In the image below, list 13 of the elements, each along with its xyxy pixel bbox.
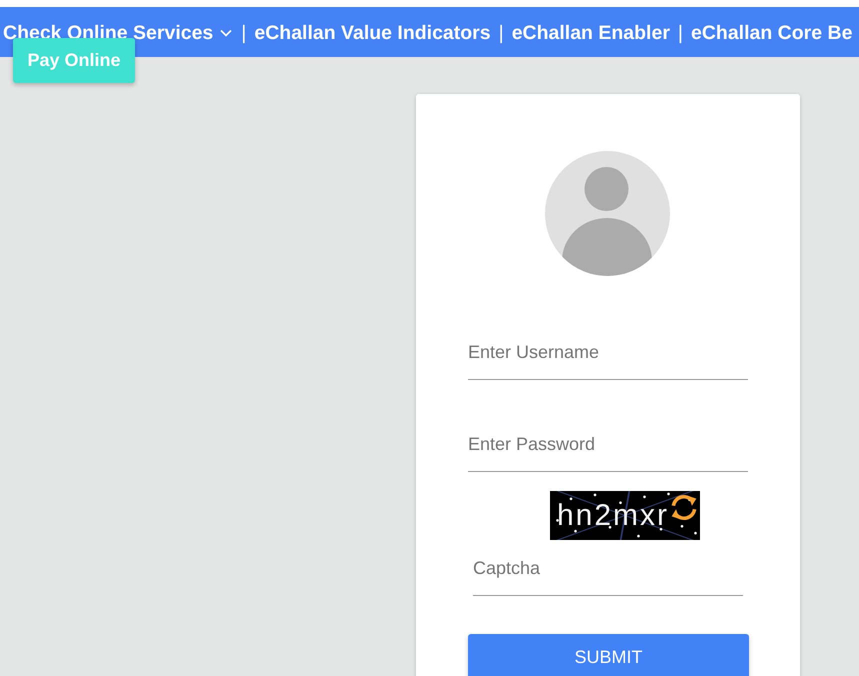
refresh-icon[interactable] — [669, 493, 700, 522]
captcha-text: hn2mxr — [557, 501, 670, 531]
username-field[interactable]: Enter Username — [468, 336, 748, 380]
captcha-field[interactable]: Captcha — [473, 552, 743, 596]
password-field[interactable]: Enter Password — [468, 428, 748, 472]
nav-link[interactable]: eChallan Enabler — [512, 22, 670, 44]
nav-separator: | — [678, 22, 683, 44]
nav-link[interactable]: eChallan Core Be — [690, 22, 852, 44]
nav-separator: | — [241, 22, 246, 44]
avatar-icon — [545, 151, 670, 276]
submit-button[interactable]: SUBMIT — [468, 634, 749, 676]
nav-link[interactable]: eChallan Value Indicators — [254, 22, 491, 44]
nav-separator: | — [498, 22, 504, 44]
